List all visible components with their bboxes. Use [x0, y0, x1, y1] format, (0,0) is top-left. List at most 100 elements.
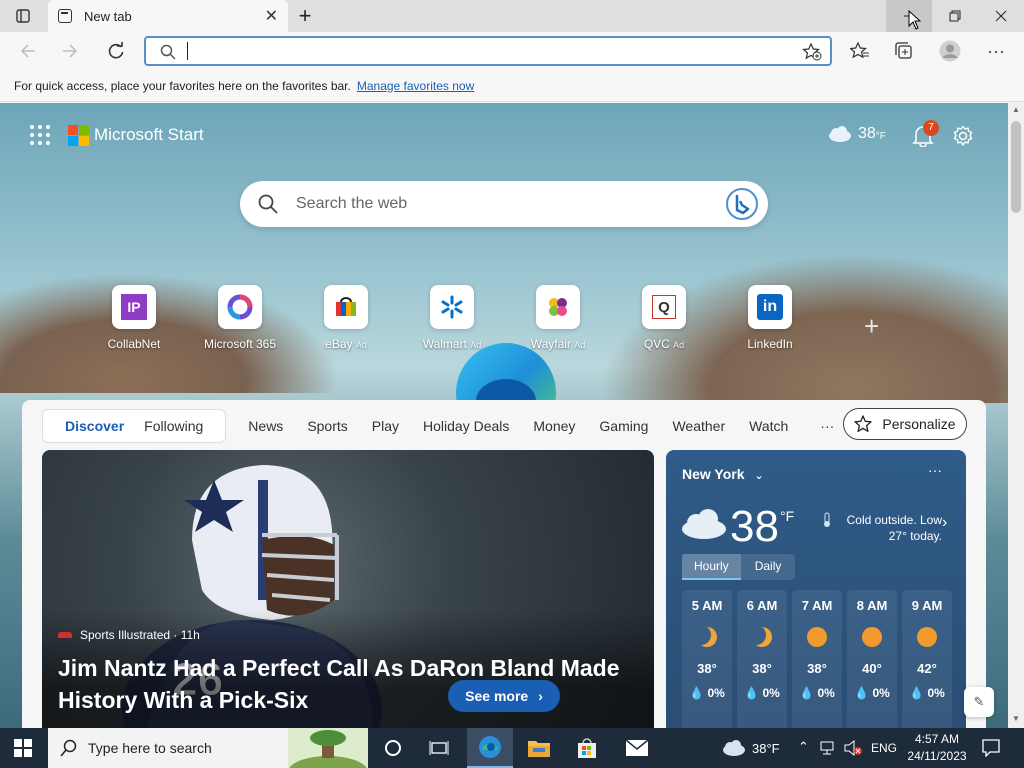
- hour-time: 5 AM: [691, 598, 723, 613]
- refresh-button[interactable]: [102, 38, 130, 64]
- volume-muted-icon[interactable]: [844, 740, 862, 756]
- thermometer-icon: [824, 512, 830, 527]
- bing-chat-icon[interactable]: [726, 188, 758, 220]
- page-scrollbar[interactable]: ▲ ▼: [1008, 103, 1024, 728]
- restore-icon: [949, 10, 961, 22]
- weather-temperature: 38: [730, 502, 779, 551]
- qvc-icon: Q: [642, 285, 686, 329]
- weather-card[interactable]: New York ⌄ ··· 38 °F Cold outside. Low 2…: [666, 450, 966, 728]
- favorites-icon: [850, 42, 869, 59]
- task-view-button[interactable]: [416, 728, 462, 768]
- web-search-bar[interactable]: Search the web: [240, 181, 768, 227]
- personalize-button[interactable]: Personalize: [843, 408, 967, 440]
- tab-discover[interactable]: Discover: [65, 418, 124, 434]
- manage-favorites-link[interactable]: Manage favorites now: [357, 79, 474, 93]
- tab-hourly[interactable]: Hourly: [682, 554, 741, 580]
- header-weather[interactable]: 38 °F: [826, 125, 886, 143]
- profile-button[interactable]: [936, 38, 964, 64]
- apps-launcher-icon[interactable]: [30, 125, 50, 145]
- weather-unit: °F: [780, 508, 795, 524]
- address-input[interactable]: [188, 42, 788, 60]
- nav-more-button[interactable]: ···: [820, 418, 834, 434]
- page-settings-button[interactable]: [952, 125, 974, 152]
- clock-time: 4:57 AM: [914, 732, 960, 746]
- clock[interactable]: 4:57 AM 24/11/2023: [904, 731, 970, 765]
- article-source: Sports Illustrated · 11h: [58, 628, 200, 642]
- hour-precipitation: 💧 0%: [854, 686, 890, 700]
- sun-icon: [807, 627, 827, 647]
- taskbar-edge[interactable]: [467, 728, 513, 768]
- forward-arrow-icon: [63, 44, 78, 58]
- restore-button[interactable]: [932, 0, 978, 32]
- nav-holiday-deals[interactable]: Holiday Deals: [423, 418, 509, 434]
- notifications-button[interactable]: 7: [912, 120, 939, 152]
- nav-watch[interactable]: Watch: [749, 418, 788, 434]
- taskbar-file-explorer[interactable]: [516, 728, 562, 768]
- hourly-forecast: 6 AM 38° 💧 0%: [737, 590, 787, 728]
- close-window-button[interactable]: [978, 0, 1024, 32]
- scroll-up-icon[interactable]: ▲: [1012, 105, 1020, 114]
- collections-button[interactable]: [890, 38, 918, 64]
- quick-link-collabnet[interactable]: IP CollabNet: [79, 285, 189, 351]
- nav-money[interactable]: Money: [533, 418, 575, 434]
- quick-link-microsoft-365[interactable]: Microsoft 365: [185, 285, 295, 351]
- settings-and-more-button[interactable]: ···: [982, 38, 1010, 64]
- scroll-down-icon[interactable]: ▼: [1012, 714, 1020, 723]
- quick-link-linkedin[interactable]: in LinkedIn: [715, 285, 825, 351]
- taskbar-mail[interactable]: [614, 728, 660, 768]
- chevron-right-icon[interactable]: ›: [942, 514, 947, 532]
- hour-temperature: 40°: [862, 661, 882, 676]
- favorites-button[interactable]: [846, 38, 874, 64]
- network-icon[interactable]: [820, 740, 838, 756]
- search-highlight-illustration: [288, 728, 368, 768]
- cloud-icon: [829, 126, 851, 142]
- tab-following[interactable]: Following: [144, 418, 203, 434]
- tab-daily[interactable]: Daily: [741, 554, 796, 580]
- taskbar-search-box[interactable]: Type here to search: [48, 728, 368, 768]
- start-button[interactable]: [0, 728, 46, 768]
- ebay-icon: [324, 285, 368, 329]
- nav-play[interactable]: Play: [372, 418, 399, 434]
- store-icon: [578, 738, 596, 758]
- ad-badge: Ad: [574, 340, 586, 350]
- language-indicator[interactable]: ENG: [871, 741, 897, 755]
- back-button[interactable]: [14, 38, 42, 64]
- more-icon: ···: [987, 40, 1005, 61]
- cortana-button[interactable]: [370, 728, 416, 768]
- nav-sports[interactable]: Sports: [307, 418, 347, 434]
- scrollbar-thumb[interactable]: [1011, 121, 1021, 213]
- weather-location[interactable]: New York ⌄: [682, 466, 764, 482]
- add-quick-link-icon[interactable]: +: [864, 311, 879, 342]
- navigation-bar: ···: [0, 32, 1024, 70]
- chevron-down-icon: ⌄: [754, 470, 764, 482]
- search-placeholder: Search the web: [296, 195, 408, 212]
- nav-news[interactable]: News: [248, 418, 283, 434]
- notification-center-icon[interactable]: [982, 739, 1000, 757]
- address-bar[interactable]: [144, 36, 832, 66]
- taskbar-weather[interactable]: 38°F: [720, 728, 780, 768]
- brand-name[interactable]: Microsoft Start: [94, 125, 204, 145]
- quick-link-ebay[interactable]: eBay Ad: [291, 285, 401, 351]
- quick-link-qvc[interactable]: Q QVC Ad: [609, 285, 719, 351]
- hero-article-card[interactable]: 26 Sports Illustrated · 11h Jim Nantz Ha…: [42, 450, 654, 728]
- nav-weather[interactable]: Weather: [672, 418, 725, 434]
- nav-gaming[interactable]: Gaming: [599, 418, 648, 434]
- forward-button[interactable]: [56, 38, 84, 64]
- see-more-button[interactable]: See more ›: [448, 680, 560, 712]
- new-tab-page: Microsoft Start 38 °F 7 Search the web I…: [0, 103, 1008, 728]
- chevron-up-icon[interactable]: ⌃: [798, 739, 809, 755]
- browser-tab[interactable]: New tab ✕: [48, 0, 288, 32]
- hour-temperature: 38°: [752, 661, 772, 676]
- linkedin-icon: in: [748, 285, 792, 329]
- weather-description: Cold outside. Low 27° today.: [846, 513, 942, 543]
- quick-link-label: LinkedIn: [747, 337, 793, 351]
- new-tab-button[interactable]: +: [282, 0, 328, 32]
- personalize-label: Personalize: [882, 416, 956, 432]
- taskbar-microsoft-store[interactable]: [564, 728, 610, 768]
- feedback-button[interactable]: ✎: [964, 687, 994, 717]
- close-tab-icon[interactable]: ✕: [265, 6, 278, 26]
- add-favorite-icon[interactable]: [802, 43, 822, 61]
- weather-more-button[interactable]: ···: [928, 462, 942, 478]
- tab-actions-button[interactable]: [0, 0, 46, 32]
- hourly-forecast: 7 AM 38° 💧 0%: [792, 590, 842, 728]
